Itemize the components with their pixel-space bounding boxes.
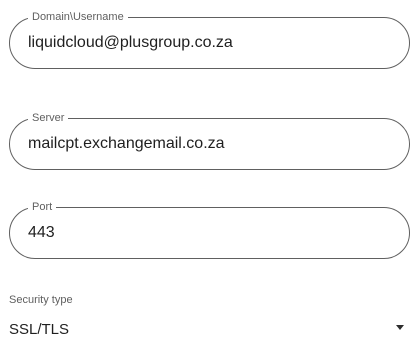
server-input[interactable] [28,132,391,156]
security-type-value: SSL/TLS [9,321,70,338]
domain-username-field[interactable]: Domain\Username [9,10,410,69]
port-label: Port [28,200,57,214]
security-type-label: Security type [9,294,73,306]
domain-username-input[interactable] [28,31,391,55]
server-label: Server [28,111,69,125]
port-input[interactable] [28,221,391,245]
security-type-dropdown[interactable]: SSL/TLS [9,318,410,342]
server-field[interactable]: Server [9,111,410,170]
account-settings-form: Domain\Username Server Port Security typ… [0,0,414,343]
port-field[interactable]: Port [9,200,410,259]
domain-username-label: Domain\Username [28,10,128,24]
chevron-down-icon[interactable] [396,325,404,330]
